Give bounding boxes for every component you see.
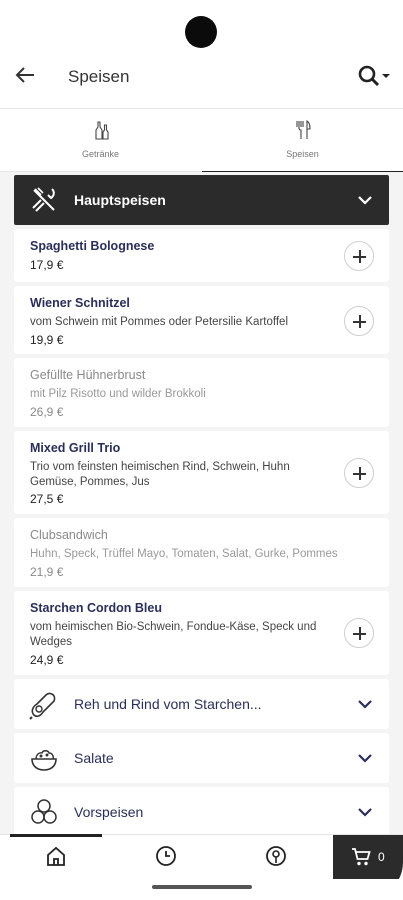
bottom-navigation: 0 (0, 834, 403, 879)
menu-item[interactable]: Mixed Grill Trio Trio vom feinsten heimi… (14, 431, 389, 514)
item-name: Mixed Grill Trio (30, 441, 121, 455)
category-label: Vorspeisen (74, 804, 144, 820)
chevron-down-icon (357, 804, 373, 820)
app-screen: Speisen Getränke Speisen Hauptspeisen Sp… (0, 0, 403, 900)
cutlery-icon (292, 119, 314, 141)
category-reh-und-rind[interactable]: Reh und Rind vom Starchen... (14, 679, 389, 729)
arrow-left-icon[interactable] (14, 64, 36, 86)
appetizer-icon (28, 797, 60, 829)
nav-home[interactable] (10, 834, 102, 879)
item-price: 17,9 € (30, 258, 64, 272)
menu-item[interactable]: Wiener Schnitzel vom Schwein mit Pommes … (14, 286, 389, 354)
add-item-button[interactable] (344, 618, 374, 648)
salad-bowl-icon (28, 743, 60, 775)
chevron-down-icon (357, 192, 373, 208)
home-icon (47, 846, 65, 866)
menu-item-unavailable: Gefüllte Hühnerbrust mit Pilz Risotto un… (14, 358, 389, 427)
category-label: Reh und Rind vom Starchen... (74, 696, 262, 712)
nav-clock[interactable] (120, 835, 212, 879)
cutlery-icon (30, 186, 58, 214)
top-app-bar: Speisen (0, 50, 403, 104)
item-name: Spaghetti Bolognese (30, 239, 155, 253)
menu-item[interactable]: Spaghetti Bolognese 17,9 € (14, 229, 389, 282)
cart-button[interactable]: 0 (333, 835, 403, 879)
item-price: 27,5 € (30, 492, 64, 506)
meat-leg-icon (28, 689, 60, 721)
category-header-hauptspeisen[interactable]: Hauptspeisen (14, 175, 389, 225)
chevron-down-icon (357, 750, 373, 766)
item-name: Wiener Schnitzel (30, 296, 130, 310)
item-description: Huhn, Speck, Trüffel Mayo, Tomaten, Sala… (30, 548, 338, 560)
tab-getraenke[interactable]: Getränke (0, 109, 201, 173)
page-title: Speisen (68, 67, 130, 86)
home-indicator (152, 885, 252, 889)
item-price: 21,9 € (30, 565, 64, 579)
cart-icon (352, 848, 371, 866)
search-dropdown-icon[interactable] (358, 64, 390, 88)
menu-list: Hauptspeisen Spaghetti Bolognese 17,9 € … (0, 172, 403, 834)
item-description: mit Pilz Risotto und wilder Brokkoli (30, 388, 206, 400)
item-description: vom heimischen Bio-Schwein, Fondue-Käse,… (30, 621, 317, 648)
menu-tabs: Getränke Speisen (0, 108, 403, 173)
camera-notch (185, 16, 217, 48)
add-item-button[interactable] (344, 458, 374, 488)
item-name: Starchen Cordon Bleu (30, 601, 162, 615)
tab-label: Getränke (81, 149, 120, 159)
menu-item[interactable]: Starchen Cordon Bleu vom heimischen Bio-… (14, 591, 389, 675)
item-price: 26,9 € (30, 405, 64, 419)
item-description: vom Schwein mit Pommes oder Petersilie K… (30, 316, 288, 328)
category-label: Salate (74, 750, 114, 766)
nav-location[interactable] (230, 835, 322, 879)
item-price: 24,9 € (30, 653, 64, 667)
bottles-icon (90, 119, 112, 141)
item-name: Gefüllte Hühnerbrust (30, 368, 146, 382)
item-price: 19,9 € (30, 333, 64, 347)
menu-item-unavailable: Clubsandwich Huhn, Speck, Trüffel Mayo, … (14, 518, 389, 587)
tab-label: Speisen (286, 149, 319, 159)
category-label: Hauptspeisen (74, 192, 166, 208)
add-item-button[interactable] (344, 241, 374, 271)
location-pin-icon (266, 846, 286, 866)
category-vorspeisen[interactable]: Vorspeisen (14, 787, 389, 834)
clock-icon (156, 846, 176, 866)
item-description: Trio vom feinsten heimischen Rind, Schwe… (30, 461, 290, 488)
add-item-button[interactable] (344, 306, 374, 336)
tab-speisen[interactable]: Speisen (202, 109, 403, 173)
item-name: Clubsandwich (30, 528, 108, 542)
category-salate[interactable]: Salate (14, 733, 389, 783)
chevron-down-icon (357, 696, 373, 712)
cart-count: 0 (378, 850, 385, 864)
